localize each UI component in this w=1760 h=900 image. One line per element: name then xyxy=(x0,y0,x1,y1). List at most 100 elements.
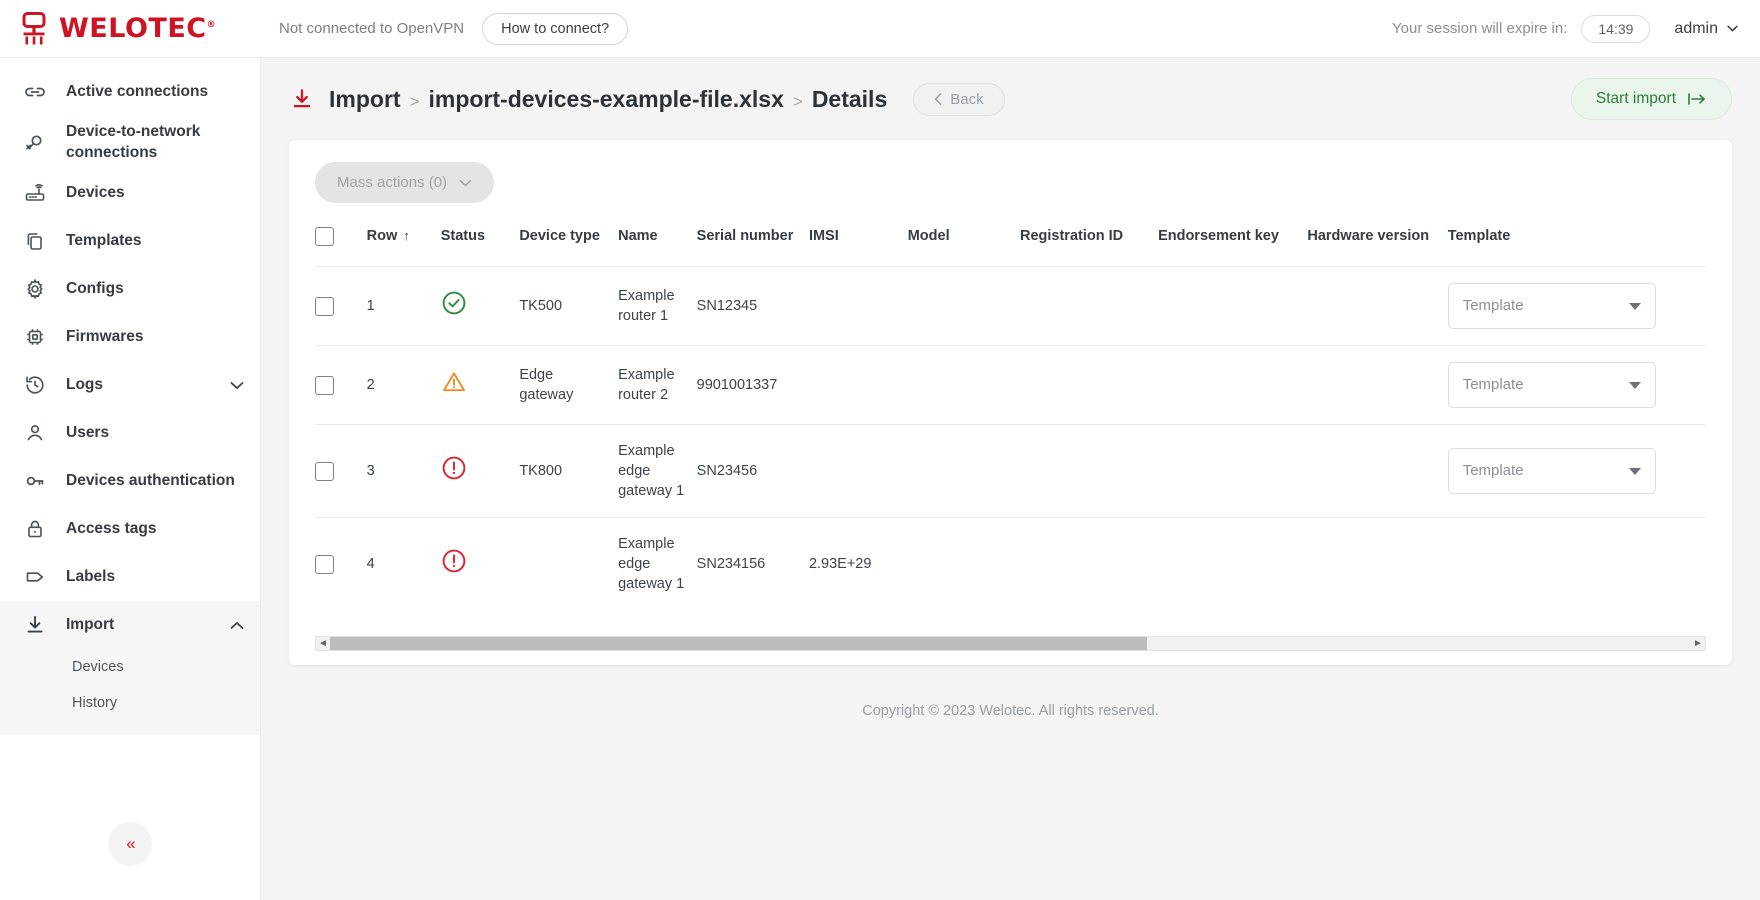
cell-endorsement-key xyxy=(1158,518,1307,611)
body-row: Active connections Device-to-network con… xyxy=(0,58,1760,900)
error-circle-icon xyxy=(441,455,467,481)
column-header-model[interactable]: Model xyxy=(908,217,1020,267)
chip-icon xyxy=(22,325,48,349)
sidebar-item-devices-authentication[interactable]: Devices authentication xyxy=(0,457,260,505)
how-to-connect-button[interactable]: How to connect? xyxy=(482,13,628,45)
export-arrow-icon xyxy=(1687,92,1707,106)
breadcrumb: Import > import-devices-example-file.xls… xyxy=(329,86,887,113)
cell-model xyxy=(908,267,1020,346)
cell-name: Example edge gateway 1 xyxy=(618,518,697,611)
sidebar-item-active-connections[interactable]: Active connections xyxy=(0,68,260,116)
sidebar-collapse-button[interactable]: « xyxy=(108,822,152,866)
scrollbar-thumb[interactable] xyxy=(330,637,1147,650)
row-checkbox[interactable] xyxy=(315,297,334,316)
chevron-down-icon[interactable] xyxy=(230,381,244,390)
back-button[interactable]: Back xyxy=(913,83,1004,116)
cell-device-type: TK800 xyxy=(519,425,618,518)
breadcrumb-separator: > xyxy=(793,92,803,112)
column-header-device-type[interactable]: Device type xyxy=(519,217,618,267)
column-header-serial-number[interactable]: Serial number xyxy=(697,217,809,267)
template-select[interactable]: Template xyxy=(1448,362,1656,408)
import-details-card: Mass actions (0) xyxy=(289,140,1732,665)
template-select[interactable]: Template xyxy=(1448,448,1656,494)
gear-icon xyxy=(22,277,48,301)
column-header-endorsement-key[interactable]: Endorsement key xyxy=(1158,217,1307,267)
table-row: 1 TK500 Example router 1 SN12345 xyxy=(315,267,1706,346)
breadcrumb-separator: > xyxy=(410,92,420,112)
cell-status xyxy=(441,425,520,518)
brand-logo[interactable]: WELOTEC® xyxy=(0,12,261,46)
sidebar-subitem-import-devices[interactable]: Devices xyxy=(0,649,260,685)
row-checkbox[interactable] xyxy=(315,462,334,481)
sidebar-item-configs[interactable]: Configs xyxy=(0,265,260,313)
sidebar-item-import[interactable]: Import xyxy=(0,601,260,649)
horizontal-scrollbar-wrap: ◄ ► xyxy=(289,610,1732,665)
vpn-status-text: Not connected to OpenVPN xyxy=(279,20,464,37)
import-page-icon xyxy=(289,86,315,112)
cell-name: Example router 2 xyxy=(618,346,697,425)
select-all-header xyxy=(315,217,367,267)
sidebar-item-label: Devices xyxy=(66,183,244,204)
cell-device-type xyxy=(519,518,618,611)
template-select-value: Template xyxy=(1463,375,1629,396)
sidebar-subitem-import-history[interactable]: History xyxy=(0,685,260,721)
cell-imsi: 2.93E+29 xyxy=(809,518,908,611)
caret-left-icon[interactable]: ◄ xyxy=(316,638,330,649)
sidebar-item-users[interactable]: Users xyxy=(0,409,260,457)
user-menu[interactable]: admin xyxy=(1674,20,1738,38)
sidebar-item-labels[interactable]: Labels xyxy=(0,553,260,601)
row-select-cell xyxy=(315,346,367,425)
sidebar-item-firmwares[interactable]: Firmwares xyxy=(0,313,260,361)
row-select-cell xyxy=(315,425,367,518)
mass-actions-button[interactable]: Mass actions (0) xyxy=(315,162,494,203)
caret-right-icon[interactable]: ► xyxy=(1691,638,1705,649)
sidebar-item-label: Device-to-network connections xyxy=(66,122,244,163)
sidebar-item-label: Devices authentication xyxy=(66,471,244,492)
mass-actions-label: Mass actions (0) xyxy=(337,174,447,191)
column-header-row[interactable]: Row↑ xyxy=(367,217,441,267)
template-select-value: Template xyxy=(1463,296,1629,317)
column-header-imsi[interactable]: IMSI xyxy=(809,217,908,267)
template-select[interactable]: Template xyxy=(1448,283,1656,329)
table-row: 3 TK800 Example edge gateway 1 xyxy=(315,425,1706,518)
row-checkbox[interactable] xyxy=(315,376,334,395)
row-select-cell xyxy=(315,518,367,611)
cell-serial-number: 9901001337 xyxy=(697,346,809,425)
caret-down-icon xyxy=(1629,382,1641,389)
row-select-cell xyxy=(315,267,367,346)
back-button-label: Back xyxy=(950,91,983,108)
chevron-left-icon xyxy=(934,93,942,105)
router-icon xyxy=(22,181,48,205)
cell-imsi xyxy=(809,346,908,425)
cell-model xyxy=(908,518,1020,611)
lock-icon xyxy=(22,517,48,541)
row-checkbox[interactable] xyxy=(315,555,334,574)
column-header-template[interactable]: Template xyxy=(1448,217,1706,267)
select-all-checkbox[interactable] xyxy=(315,227,334,246)
sidebar-item-access-tags[interactable]: Access tags xyxy=(0,505,260,553)
footer-copyright: Copyright © 2023 Welotec. All rights res… xyxy=(261,665,1760,749)
sidebar-item-templates[interactable]: Templates xyxy=(0,217,260,265)
cell-row-number: 1 xyxy=(367,267,441,346)
horizontal-scrollbar[interactable]: ◄ ► xyxy=(315,636,1706,651)
column-header-registration-id[interactable]: Registration ID xyxy=(1020,217,1158,267)
start-import-button[interactable]: Start import xyxy=(1571,78,1732,120)
download-icon xyxy=(22,613,48,637)
sidebar-nav: Active connections Device-to-network con… xyxy=(0,58,260,735)
check-circle-icon xyxy=(441,290,467,316)
chevron-up-icon[interactable] xyxy=(230,621,244,630)
breadcrumb-root[interactable]: Import xyxy=(329,86,401,113)
tag-icon xyxy=(22,565,48,589)
column-header-hardware-version[interactable]: Hardware version xyxy=(1307,217,1447,267)
cell-row-number: 4 xyxy=(367,518,441,611)
sidebar-item-logs[interactable]: Logs xyxy=(0,361,260,409)
link-icon xyxy=(22,80,48,104)
breadcrumb-file[interactable]: import-devices-example-file.xlsx xyxy=(429,86,784,113)
sidebar-item-device-to-network-connections[interactable]: Device-to-network connections xyxy=(0,116,260,169)
brand-wordmark: WELOTEC® xyxy=(59,15,216,42)
column-header-name[interactable]: Name xyxy=(618,217,697,267)
scrollbar-track[interactable] xyxy=(330,637,1691,650)
sidebar-item-devices[interactable]: Devices xyxy=(0,169,260,217)
column-header-status[interactable]: Status xyxy=(441,217,520,267)
sort-ascending-icon: ↑ xyxy=(403,228,410,243)
